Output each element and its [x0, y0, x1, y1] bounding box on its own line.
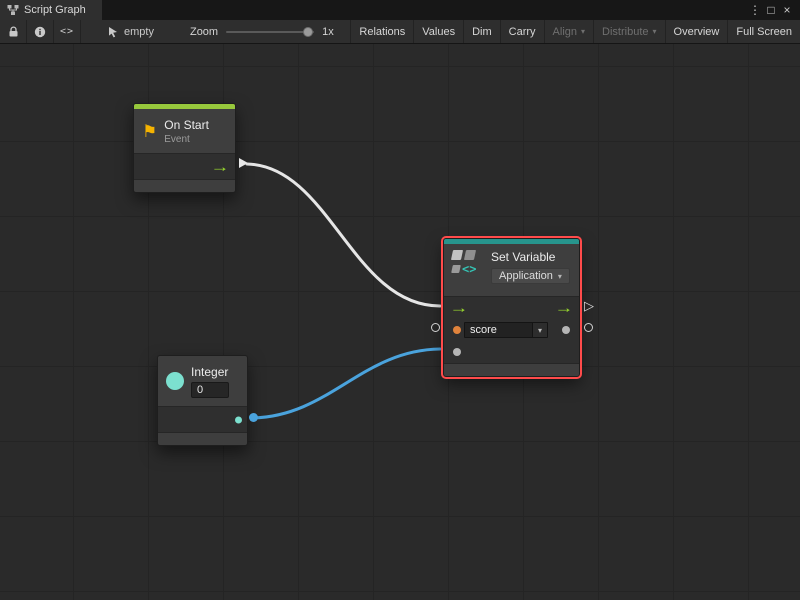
set-variable-icon: <> — [452, 250, 484, 275]
carry-button[interactable]: Carry — [501, 20, 544, 43]
graph-icon — [7, 4, 19, 16]
node-footer — [444, 364, 579, 376]
tab-script-graph[interactable]: Script Graph — [0, 0, 102, 20]
node-ports — [158, 406, 247, 433]
connection-wires — [0, 44, 800, 600]
variable-name-field[interactable]: score ▾ — [464, 322, 548, 338]
node-title: Integer — [191, 365, 229, 379]
toolbar-separator — [80, 20, 81, 43]
zoom-slider-handle[interactable] — [303, 27, 313, 37]
toolbar-button-group: Relations Values Dim Carry Align ▾ Distr… — [350, 20, 800, 43]
chevron-down-icon: ▾ — [653, 27, 657, 36]
zoom-slider[interactable] — [226, 31, 314, 33]
integer-value-field[interactable]: 0 — [191, 382, 229, 398]
variable-box-icon — [451, 265, 461, 273]
variable-field-dropdown-button[interactable]: ▾ — [532, 323, 547, 337]
code-brackets-icon: <> — [462, 263, 476, 275]
full-screen-button[interactable]: Full Screen — [728, 20, 800, 43]
flow-output-port[interactable]: → — [555, 300, 574, 315]
distribute-button: Distribute ▾ — [594, 20, 664, 43]
unconnected-port-circle-left — [431, 323, 440, 332]
zoom-label: Zoom — [190, 26, 218, 38]
value-wire-integer-to-set-variable[interactable] — [253, 349, 440, 418]
selection-label: empty — [124, 26, 154, 38]
integer-icon — [166, 372, 184, 390]
node-ports: → — [134, 153, 235, 180]
graph-canvas[interactable]: ⚑ On Start Event → Integer 0 — [0, 44, 800, 600]
node-integer[interactable]: Integer 0 — [157, 355, 248, 446]
node-title: Set Variable — [491, 250, 570, 264]
close-icon[interactable]: × — [779, 0, 795, 20]
info-icon[interactable] — [27, 20, 53, 43]
lock-icon[interactable] — [0, 20, 26, 43]
flow-wire-on-start-to-set-variable[interactable] — [247, 164, 440, 306]
chevron-down-icon: ▾ — [581, 27, 585, 36]
variable-name-port[interactable] — [453, 326, 461, 334]
values-button[interactable]: Values — [414, 20, 463, 43]
node-on-start[interactable]: ⚑ On Start Event → — [133, 103, 236, 193]
node-header: ⚑ On Start Event — [134, 109, 235, 153]
value-wire-endpoint-dot — [249, 413, 258, 422]
graph-toolbar: <> empty Zoom 1x Relations Values — [0, 20, 800, 44]
node-footer — [134, 180, 235, 192]
flow-output-port[interactable]: → — [211, 159, 230, 174]
node-title: On Start — [164, 118, 209, 132]
zoom-value: 1x — [322, 26, 334, 38]
node-header: <> Set Variable Application ▾ — [444, 244, 579, 296]
value-output-port[interactable] — [562, 326, 570, 334]
chevron-down-icon: ▾ — [538, 326, 542, 335]
script-graph-window: Script Graph ⋮ □ × <> — [0, 0, 800, 600]
node-header: Integer 0 — [158, 356, 247, 406]
node-footer — [158, 433, 247, 445]
dim-button[interactable]: Dim — [464, 20, 500, 43]
code-view-icon[interactable]: <> — [54, 20, 80, 43]
node-ports: → → score ▾ — [444, 296, 579, 364]
selection-status: empty — [97, 20, 164, 43]
maximize-icon[interactable]: □ — [763, 0, 779, 20]
integer-output-port[interactable] — [235, 416, 242, 423]
node-set-variable[interactable]: <> Set Variable Application ▾ → → — [443, 238, 580, 377]
window-controls: ⋮ □ × — [747, 0, 800, 20]
node-subtitle: Event — [164, 134, 209, 145]
align-button: Align ▾ — [545, 20, 593, 43]
zoom-control: Zoom 1x — [190, 20, 334, 43]
overview-button[interactable]: Overview — [666, 20, 728, 43]
relations-button[interactable]: Relations — [351, 20, 413, 43]
titlebar: Script Graph ⋮ □ × — [0, 0, 800, 20]
unconnected-flow-indicator-icon: ▷ — [584, 298, 594, 313]
tab-title: Script Graph — [24, 4, 86, 16]
flag-icon: ⚑ — [142, 123, 157, 140]
window-menu-icon[interactable]: ⋮ — [747, 0, 763, 20]
flow-input-port[interactable]: → — [450, 300, 469, 315]
pointer-icon — [107, 26, 119, 38]
wire-start-triangle-icon — [239, 158, 248, 168]
variable-scope-dropdown[interactable]: Application ▾ — [491, 268, 570, 284]
value-input-port[interactable] — [453, 348, 461, 356]
chevron-down-icon: ▾ — [558, 272, 562, 281]
unconnected-port-circle-right — [584, 323, 593, 332]
